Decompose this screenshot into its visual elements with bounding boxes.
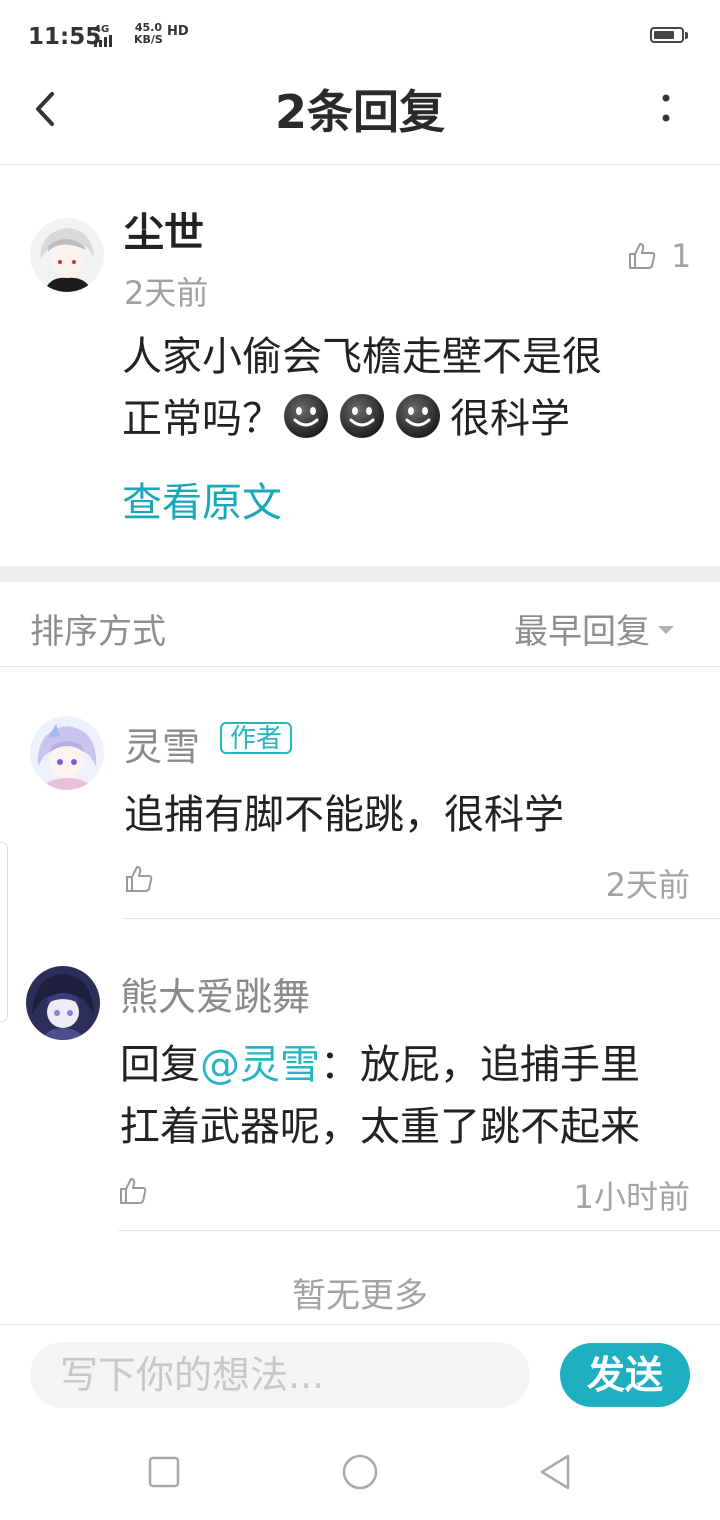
original-username[interactable]: 尘世 xyxy=(124,200,204,258)
reply-prefix: 回复 xyxy=(120,1042,200,1088)
home-button[interactable] xyxy=(340,1452,380,1496)
page-title: 2条回复 xyxy=(274,85,445,139)
comment-text-part: 正常吗？ xyxy=(122,396,282,442)
comment-line: 正常吗？ 很科学 xyxy=(122,388,682,450)
dark-smiley-icon xyxy=(284,394,328,438)
header-divider xyxy=(0,164,720,165)
sort-label: 排序方式 xyxy=(30,612,166,652)
avatar[interactable] xyxy=(26,966,100,1040)
author-badge: 作者 xyxy=(220,722,293,754)
sort-value: 最早回复 xyxy=(514,612,650,652)
signal-icon: 4G xyxy=(94,24,112,47)
dark-smiley-icon xyxy=(396,394,440,438)
like-button[interactable]: 1 xyxy=(627,236,691,276)
reply-divider xyxy=(118,1230,720,1231)
no-more-text: 暂无更多 xyxy=(292,1276,428,1316)
edge-handle[interactable] xyxy=(0,842,8,1022)
like-button[interactable] xyxy=(124,864,154,898)
like-button[interactable] xyxy=(118,1176,148,1210)
original-comment-text: 人家小偷会飞檐走壁不是很 正常吗？ 很科学 xyxy=(122,326,682,450)
square-icon xyxy=(148,1456,180,1488)
reply-username[interactable]: 熊大爱跳舞 xyxy=(120,966,310,1021)
circle-icon xyxy=(342,1454,378,1490)
thumbs-up-icon xyxy=(126,866,153,892)
reply-text: 回复@灵雪：放屁，追捕手里 扛着武器呢，太重了跳不起来 xyxy=(120,1034,700,1158)
thumbs-up-icon xyxy=(629,243,656,269)
hd-indicator: HD xyxy=(167,24,189,39)
dropdown-arrow-icon xyxy=(658,625,674,634)
battery-level xyxy=(654,31,674,39)
reply-line: 回复@灵雪：放屁，追捕手里 xyxy=(120,1034,700,1096)
comment-line: 人家小偷会飞檐走壁不是很 xyxy=(122,334,602,380)
send-button[interactable]: 发送 xyxy=(560,1343,690,1407)
comment-input[interactable] xyxy=(30,1342,530,1408)
recent-apps-button[interactable] xyxy=(146,1454,182,1494)
emoji-group xyxy=(282,394,450,442)
comment-text-part: 很科学 xyxy=(450,396,570,442)
speed-unit: KB/S xyxy=(134,33,163,46)
user-avatar-image xyxy=(30,716,104,790)
reply-time: 1小时前 xyxy=(573,1178,690,1216)
thumbs-up-icon xyxy=(120,1178,147,1204)
sort-dropdown[interactable]: 最早回复 xyxy=(514,604,674,653)
sort-divider xyxy=(0,666,720,667)
vertical-dots-icon xyxy=(662,94,670,122)
reply-divider xyxy=(122,918,720,919)
view-original-link[interactable]: 查看原文 xyxy=(122,470,282,528)
back-nav-button[interactable] xyxy=(536,1452,576,1496)
avatar[interactable] xyxy=(30,716,104,790)
battery-icon xyxy=(650,27,684,43)
user-avatar-image xyxy=(30,218,104,292)
triangle-back-icon xyxy=(540,1454,570,1490)
reply-text: 追捕有脚不能跳，很科学 xyxy=(124,792,564,838)
section-separator xyxy=(0,566,720,582)
dark-smiley-icon xyxy=(340,394,384,438)
footer-divider xyxy=(0,1324,720,1325)
status-time: 11:55 xyxy=(28,24,102,50)
reply-line: 扛着武器呢，太重了跳不起来 xyxy=(120,1104,640,1150)
more-options-button[interactable] xyxy=(646,86,686,132)
user-avatar-image xyxy=(26,966,100,1040)
avatar[interactable] xyxy=(30,218,104,292)
reply-text-part: ：放屁，追捕手里 xyxy=(320,1042,640,1088)
like-count: 1 xyxy=(671,237,692,275)
original-time: 2天前 xyxy=(124,274,209,312)
network-speed: 45.0 KB/S xyxy=(134,22,163,46)
network-type: 4G xyxy=(94,24,110,35)
battery-tip xyxy=(685,32,688,39)
reply-time: 2天前 xyxy=(605,866,690,904)
reply-username[interactable]: 灵雪 xyxy=(124,716,200,771)
mention-link[interactable]: @灵雪 xyxy=(200,1042,320,1088)
signal-bars-icon xyxy=(94,35,112,47)
